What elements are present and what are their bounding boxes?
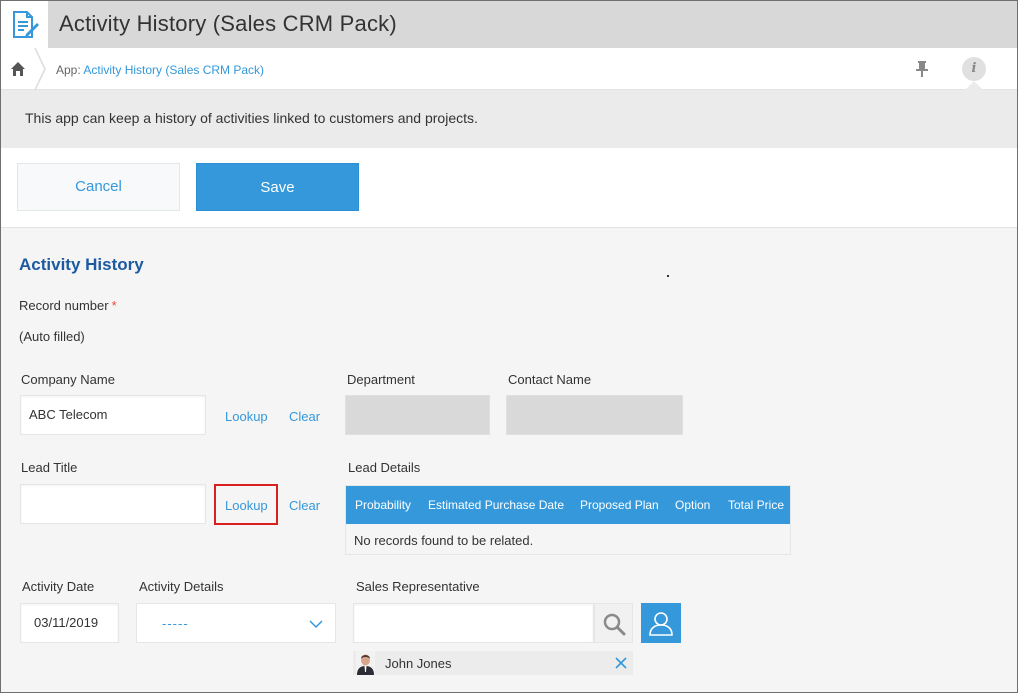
contact-name-field [506, 395, 683, 435]
breadcrumb-app-link[interactable]: Activity History (Sales CRM Pack) [83, 63, 264, 77]
chevron-down-icon [309, 620, 323, 629]
cancel-button[interactable]: Cancel [17, 163, 180, 211]
user-select-button[interactable] [641, 603, 681, 643]
column-header: Probability [355, 498, 412, 512]
info-pointer [965, 81, 983, 90]
app-window: Activity History (Sales CRM Pack) App: A… [0, 0, 1018, 693]
lead-details-table: Probability Estimated Purchase Date Prop… [345, 485, 791, 555]
search-icon [603, 613, 626, 636]
department-label: Department [347, 372, 415, 387]
activity-date-label: Activity Date [22, 579, 95, 594]
close-icon[interactable] [614, 656, 628, 670]
pin-icon[interactable] [915, 60, 929, 78]
required-mark: * [111, 298, 117, 313]
activity-details-dropdown[interactable]: ----- [136, 603, 336, 643]
breadcrumb: App: Activity History (Sales CRM Pack) [56, 63, 264, 77]
record-number-label: Record number * [19, 298, 117, 313]
company-name-input[interactable]: ABC Telecom [20, 395, 206, 435]
lead-title-label: Lead Title [21, 460, 78, 475]
selected-user-name: John Jones [385, 656, 452, 671]
selected-user-chip: John Jones [353, 651, 633, 675]
contact-name-label: Contact Name [508, 372, 592, 387]
lead-clear-button[interactable]: Clear [289, 498, 320, 513]
record-number-label-text: Record number [19, 298, 109, 313]
page-title: Activity History (Sales CRM Pack) [59, 11, 397, 36]
table-header: Probability Estimated Purchase Date Prop… [346, 486, 790, 524]
company-clear-button[interactable]: Clear [289, 409, 320, 424]
app-description: This app can keep a history of activitie… [25, 110, 478, 126]
column-header: Proposed Plan [580, 498, 659, 512]
column-header: Total Price [728, 498, 785, 512]
breadcrumb-bar: App: Activity History (Sales CRM Pack) [1, 48, 1017, 90]
search-button[interactable] [594, 603, 633, 643]
user-icon [649, 612, 673, 636]
record-number-value: (Auto filled) [19, 329, 85, 344]
info-button[interactable]: i [962, 57, 986, 81]
breadcrumb-prefix: App: [56, 63, 84, 77]
department-field [345, 395, 490, 435]
column-header: Option [675, 498, 711, 512]
sales-rep-label: Sales Representative [356, 579, 480, 594]
company-name-label: Company Name [21, 372, 115, 387]
breadcrumb-separator-icon [34, 48, 46, 90]
lead-details-label: Lead Details [348, 460, 421, 475]
column-header: Estimated Purchase Date [428, 498, 565, 512]
home-icon[interactable] [10, 61, 26, 77]
lead-title-input[interactable] [20, 484, 206, 524]
lookup-highlight-box [214, 484, 278, 525]
empty-message: No records found to be related. [354, 533, 534, 548]
app-header: Activity History (Sales CRM Pack) [1, 1, 1017, 48]
avatar [356, 651, 375, 675]
dropdown-value: ----- [162, 616, 189, 631]
activity-date-input[interactable]: 03/11/2019 [20, 603, 119, 643]
stray-dot [667, 275, 669, 277]
sales-rep-search-input[interactable] [353, 603, 594, 643]
action-bar: Cancel Save [1, 148, 1017, 228]
app-description-panel: This app can keep a history of activitie… [1, 90, 1017, 148]
app-icon [1, 1, 48, 48]
company-lookup-button[interactable]: Lookup [225, 409, 268, 424]
save-button[interactable]: Save [196, 163, 359, 211]
section-title: Activity History [19, 255, 144, 274]
activity-details-label: Activity Details [139, 579, 224, 594]
